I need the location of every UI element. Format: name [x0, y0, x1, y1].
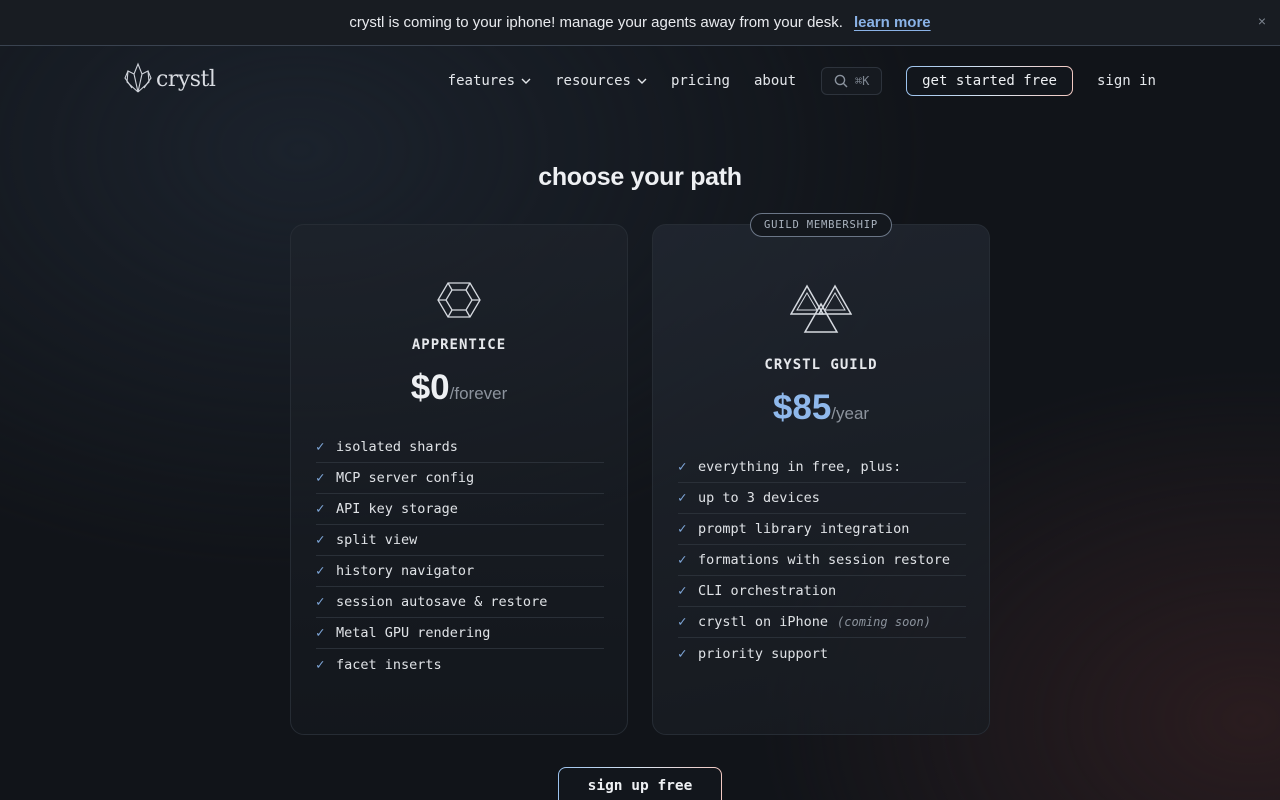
- nav-resources-label: resources: [555, 73, 631, 89]
- learn-more-link[interactable]: learn more: [854, 14, 931, 31]
- close-icon[interactable]: ×: [1258, 13, 1266, 29]
- feature-text: everything in free, plus:: [698, 459, 902, 475]
- list-item: ✓ crystl on iPhone (coming soon): [678, 607, 966, 638]
- feature-text: split view: [336, 532, 418, 548]
- plan-price: $85/year: [653, 388, 989, 428]
- feature-text: priority support: [698, 645, 829, 662]
- list-item: ✓ facet inserts: [316, 649, 604, 680]
- list-item: ✓ Metal GPU rendering: [316, 618, 604, 649]
- check-icon: ✓: [316, 470, 325, 486]
- check-icon: ✓: [316, 594, 325, 610]
- check-icon: ✓: [678, 583, 687, 599]
- list-item: ✓ CLI orchestration: [678, 576, 966, 607]
- check-icon: ✓: [678, 459, 687, 475]
- brand-logo[interactable]: crystl: [124, 62, 216, 96]
- sign-up-free-button[interactable]: sign up free: [558, 767, 722, 800]
- nav-about[interactable]: about: [754, 73, 796, 89]
- check-icon: ✓: [316, 563, 325, 579]
- plan-tier-name: APPRENTICE: [411, 337, 507, 353]
- list-item: ✓ everything in free, plus:: [678, 452, 966, 483]
- feature-text: Metal GPU rendering: [336, 625, 491, 641]
- list-item: ✓ up to 3 devices: [678, 483, 966, 514]
- feature-text: history navigator: [336, 563, 475, 579]
- feature-text: API key storage: [336, 501, 458, 517]
- get-started-button[interactable]: get started free: [906, 66, 1073, 96]
- search-button[interactable]: ⌘K: [821, 67, 883, 95]
- list-item: ✓ API key storage: [316, 494, 604, 525]
- feature-text: MCP server config: [336, 470, 475, 486]
- sign-in-link[interactable]: sign in: [1097, 73, 1156, 89]
- hexagon-crystal-icon: [437, 282, 481, 318]
- plan-price: $0/forever: [291, 368, 627, 408]
- feature-list: ✓ everything in free, plus: ✓ up to 3 devi…: [678, 452, 966, 669]
- feature-text: facet inserts: [336, 656, 442, 673]
- plan-card-guild: CRYSTL GUILD $85/year ✓ everything in fre…: [652, 224, 990, 735]
- nav-pricing[interactable]: pricing: [671, 73, 730, 89]
- list-item: ✓ split view: [316, 525, 604, 556]
- announcement-bar: crystl is coming to your iphone! manage …: [0, 0, 1280, 46]
- check-icon: ✓: [678, 645, 687, 662]
- check-icon: ✓: [316, 625, 325, 641]
- nav-features[interactable]: features: [448, 73, 531, 89]
- search-icon: [834, 74, 848, 88]
- plan-tier-name: CRYSTL GUILD: [764, 357, 878, 373]
- guild-badge: GUILD MEMBERSHIP: [750, 213, 892, 237]
- feature-text: prompt library integration: [698, 521, 910, 537]
- feature-list: ✓ isolated shards ✓ MCP server config ✓ API…: [316, 432, 604, 680]
- check-icon: ✓: [316, 439, 325, 455]
- check-icon: ✓: [678, 521, 687, 537]
- triple-triangle-icon: [790, 284, 852, 333]
- check-icon: ✓: [316, 532, 325, 548]
- price-period: /year: [831, 404, 870, 423]
- price-amount: $0: [410, 368, 450, 407]
- announcement-message: crystl is coming to your iphone! manage …: [349, 14, 843, 31]
- list-item: ✓ session autosave & restore: [316, 587, 604, 618]
- check-icon: ✓: [316, 656, 325, 673]
- brand-name: crystl: [156, 66, 216, 92]
- feature-text: up to 3 devices: [698, 490, 820, 506]
- feature-text: session autosave & restore: [336, 594, 548, 610]
- crystal-logo-icon: [124, 62, 152, 93]
- check-icon: ✓: [678, 490, 687, 506]
- coming-soon-note: (coming soon): [837, 615, 931, 629]
- search-shortcut: ⌘K: [854, 74, 870, 88]
- feature-text: isolated shards: [336, 439, 458, 455]
- nav-resources[interactable]: resources: [555, 73, 647, 89]
- page-title: choose your path: [538, 163, 742, 191]
- price-amount: $85: [772, 388, 832, 427]
- list-item: ✓ MCP server config: [316, 463, 604, 494]
- list-item: ✓ prompt library integration: [678, 514, 966, 545]
- check-icon: ✓: [678, 552, 687, 568]
- feature-text: crystl on iPhone: [698, 614, 829, 630]
- feature-text: formations with session restore: [698, 552, 950, 568]
- list-item: ✓ priority support: [678, 638, 966, 669]
- list-item: ✓ history navigator: [316, 556, 604, 587]
- check-icon: ✓: [678, 614, 687, 630]
- chevron-down-icon: [521, 78, 531, 84]
- feature-text: CLI orchestration: [698, 583, 837, 599]
- plan-card-apprentice: APPRENTICE $0/forever ✓ isolated shards ✓…: [290, 224, 628, 735]
- nav-features-label: features: [447, 73, 516, 89]
- list-item: ✓ isolated shards: [316, 432, 604, 463]
- check-icon: ✓: [316, 501, 325, 517]
- main-nav: features resources pricing about ⌘K get …: [448, 66, 1156, 96]
- price-period: /forever: [449, 384, 508, 403]
- chevron-down-icon: [637, 78, 647, 84]
- list-item: ✓ formations with session restore: [678, 545, 966, 576]
